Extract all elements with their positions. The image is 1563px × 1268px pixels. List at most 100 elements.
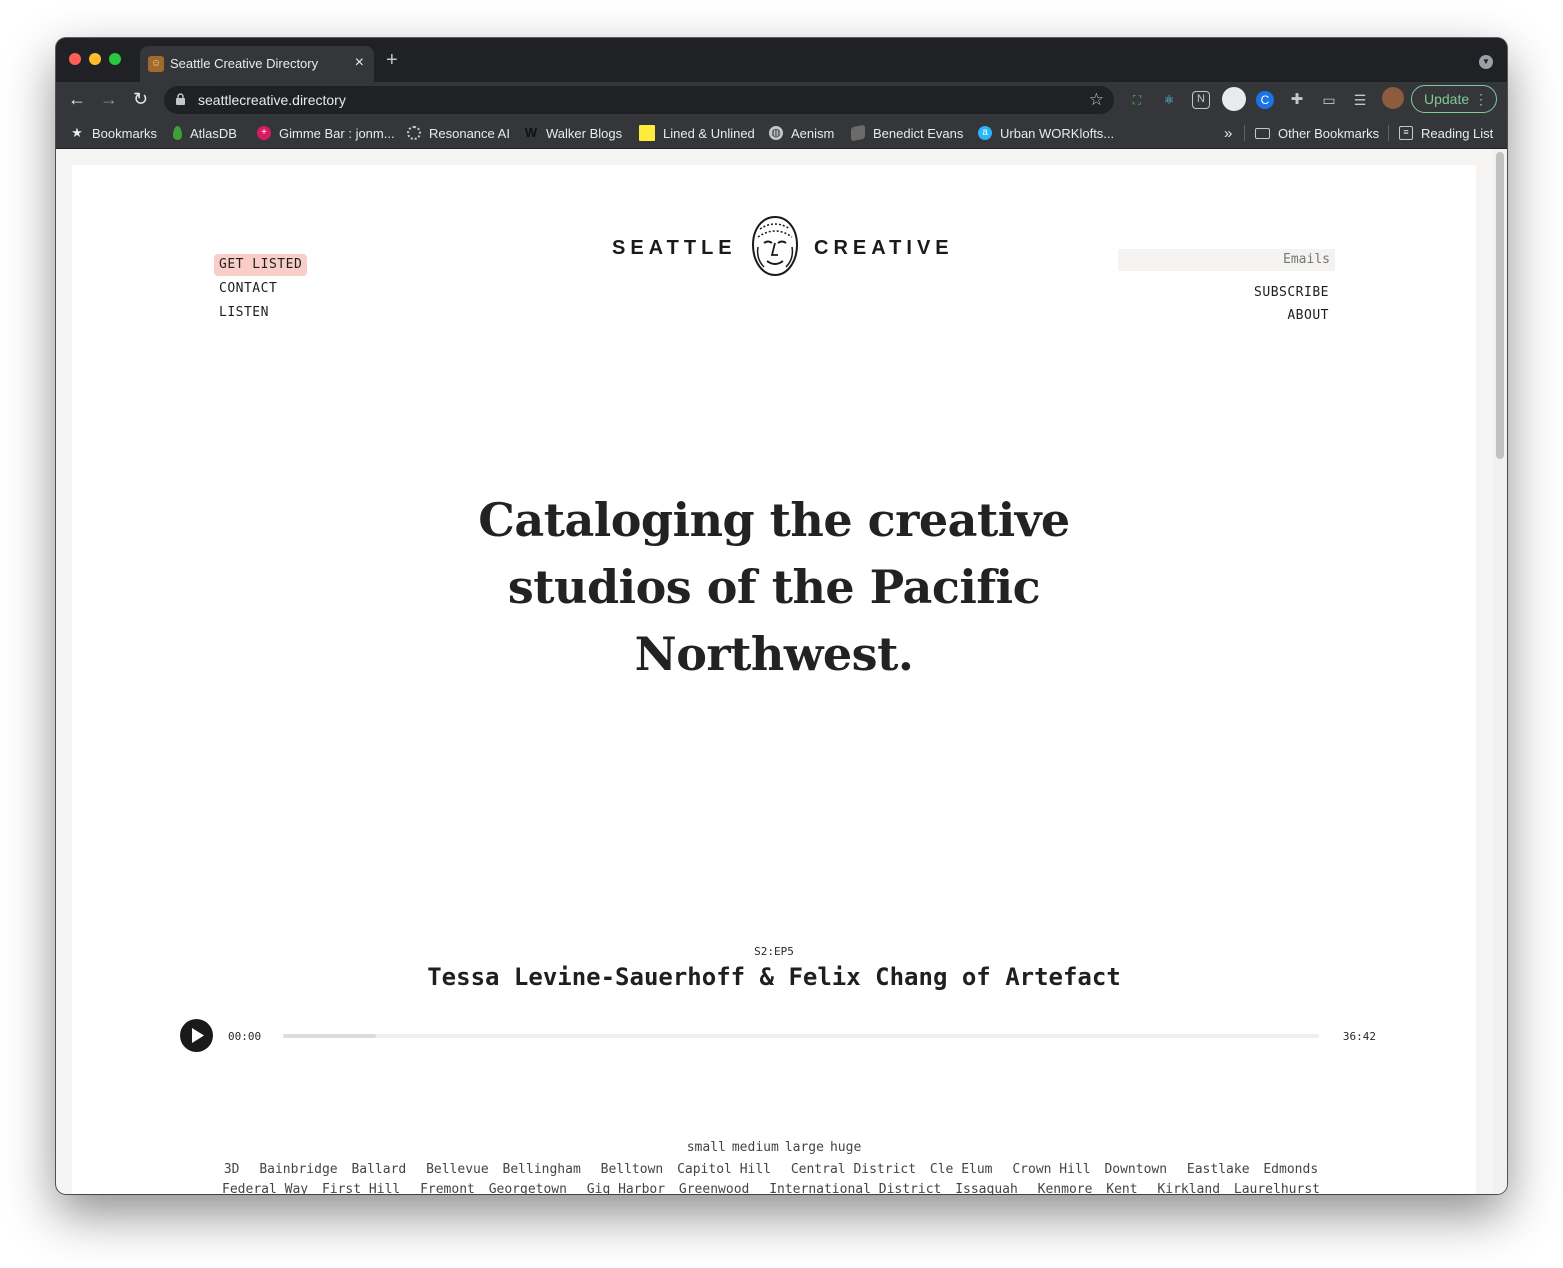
size-filter-huge[interactable]: huge bbox=[830, 1140, 861, 1155]
cast-icon[interactable]: ▭ bbox=[1320, 91, 1338, 109]
bookmarks-bar: ★ Bookmarks AtlasDB + Gimme Bar : jonm... … bbox=[56, 118, 1507, 149]
bookmark-item-reading-list[interactable]: ≡ Reading List bbox=[1399, 118, 1493, 148]
subscribe-link[interactable]: SUBSCRIBE bbox=[1254, 281, 1329, 304]
neighborhood-link[interactable]: International District bbox=[769, 1182, 941, 1194]
close-window-button[interactable] bbox=[69, 53, 81, 65]
right-navigation: SUBSCRIBE ABOUT bbox=[1254, 281, 1329, 327]
play-icon bbox=[192, 1028, 204, 1043]
blue-c-extension-icon[interactable]: C bbox=[1256, 91, 1274, 109]
neighborhood-link[interactable]: Downtown bbox=[1104, 1162, 1167, 1177]
size-filter: small medium large huge bbox=[72, 1140, 1476, 1155]
listen-link[interactable]: LISTEN bbox=[214, 301, 307, 325]
episode-title[interactable]: Tessa Levine-Sauerhoff & Felix Chang of … bbox=[72, 963, 1476, 991]
globe-icon: ◍ bbox=[769, 126, 783, 140]
play-button[interactable] bbox=[180, 1019, 213, 1052]
neighborhood-link[interactable]: Eastlake bbox=[1187, 1162, 1250, 1177]
bookmark-star-icon[interactable]: ☆ bbox=[1089, 90, 1104, 110]
bookmark-item-walker-blogs[interactable]: W Walker Blogs bbox=[524, 118, 622, 148]
bookmark-item-urban-worklofts[interactable]: a Urban WORKlofts... bbox=[978, 118, 1114, 148]
face-emblem-icon bbox=[751, 215, 799, 277]
neighborhood-link[interactable]: Kirkland bbox=[1157, 1182, 1220, 1194]
logo-word-creative: CREATIVE bbox=[814, 237, 954, 259]
size-filter-medium[interactable]: medium bbox=[732, 1140, 779, 1155]
profile-avatar[interactable] bbox=[1382, 87, 1404, 109]
notion-icon[interactable]: N bbox=[1192, 91, 1210, 109]
bookmark-item-atlasdb[interactable]: AtlasDB bbox=[173, 118, 237, 148]
neighborhood-link[interactable]: Edmonds bbox=[1263, 1162, 1318, 1177]
neighborhood-link[interactable]: Belltown bbox=[601, 1162, 664, 1177]
neighborhood-link[interactable]: Georgetown bbox=[489, 1182, 567, 1194]
neighborhood-link[interactable]: 3D bbox=[224, 1162, 240, 1177]
bookmark-item-benedict-evans[interactable]: Benedict Evans bbox=[851, 118, 963, 148]
progress-bar[interactable] bbox=[283, 1034, 1319, 1038]
neighborhood-link[interactable]: Fremont bbox=[420, 1182, 475, 1194]
neighborhood-link[interactable]: Ballard bbox=[351, 1162, 406, 1177]
neighborhood-link[interactable]: First Hill bbox=[322, 1182, 400, 1194]
w-icon: W bbox=[524, 125, 538, 140]
address-bar[interactable]: seattlecreative.directory ☆ bbox=[164, 86, 1114, 114]
scrollbar-thumb[interactable] bbox=[1496, 152, 1504, 459]
hero-heading: Cataloging the creative studios of the P… bbox=[478, 493, 1070, 681]
reload-icon[interactable]: ↻ bbox=[133, 88, 148, 110]
update-button[interactable]: Update ⋮ bbox=[1411, 85, 1497, 113]
reading-list-icon: ≡ bbox=[1399, 126, 1413, 140]
tab-seattle-creative[interactable]: ☺ Seattle Creative Directory × bbox=[140, 46, 374, 82]
resonance-icon bbox=[407, 126, 421, 140]
leaf-icon bbox=[173, 126, 182, 140]
neighborhood-link[interactable]: Gig Harbor bbox=[587, 1182, 665, 1194]
size-filter-small[interactable]: small bbox=[687, 1140, 726, 1155]
screenshot-extension-icon[interactable]: ⛶ bbox=[1128, 91, 1146, 109]
bookmark-item-other-bookmarks[interactable]: Other Bookmarks bbox=[1255, 118, 1379, 148]
react-devtools-icon[interactable]: ⚛ bbox=[1160, 91, 1178, 109]
minimize-window-button[interactable] bbox=[89, 53, 101, 65]
back-arrow-icon[interactable]: ← bbox=[68, 88, 86, 110]
box-icon bbox=[851, 124, 865, 142]
seattle-creative-favicon-icon: ☺ bbox=[148, 56, 164, 72]
neighborhood-link[interactable]: Bellevue bbox=[426, 1162, 489, 1177]
more-bookmarks-chevron-icon[interactable]: » bbox=[1224, 118, 1232, 148]
neighborhood-link[interactable]: Crown Hill bbox=[1012, 1162, 1090, 1177]
white-circle-extension-icon[interactable] bbox=[1222, 87, 1246, 111]
about-link[interactable]: ABOUT bbox=[1254, 304, 1329, 327]
neighborhood-link[interactable]: Laurelhurst bbox=[1234, 1182, 1320, 1194]
tab-search-icon[interactable]: ▼ bbox=[1479, 55, 1493, 69]
bookmark-item-resonance-ai[interactable]: Resonance AI bbox=[407, 118, 510, 148]
lock-icon bbox=[176, 93, 185, 105]
star-icon: ★ bbox=[71, 125, 83, 140]
yellow-square-icon bbox=[639, 125, 655, 141]
episode-number: S2:EP5 bbox=[754, 945, 794, 958]
neighborhood-link[interactable]: Central District bbox=[791, 1162, 916, 1177]
tab-strip: ☺ Seattle Creative Directory × + ▼ bbox=[56, 38, 1507, 82]
get-listed-link[interactable]: GET LISTED bbox=[214, 254, 308, 276]
neighborhood-link[interactable]: Cle Elum bbox=[930, 1162, 993, 1177]
neighborhood-link[interactable]: Bellingham bbox=[503, 1162, 581, 1177]
scrollbar[interactable] bbox=[1493, 149, 1507, 1194]
audio-player: 00:00 36:42 bbox=[180, 1019, 1376, 1053]
kebab-menu-icon[interactable]: ⋮ bbox=[1474, 86, 1488, 112]
media-queue-icon[interactable]: ☰ bbox=[1351, 91, 1369, 109]
maximize-window-button[interactable] bbox=[109, 53, 121, 65]
contact-link[interactable]: CONTACT bbox=[214, 277, 307, 301]
duration: 36:42 bbox=[1342, 1030, 1376, 1043]
forward-arrow-icon[interactable]: → bbox=[100, 88, 118, 110]
neighborhood-link[interactable]: Bainbridge bbox=[259, 1162, 337, 1177]
close-tab-icon[interactable]: × bbox=[355, 54, 364, 72]
bookmark-item-bookmarks[interactable]: ★ Bookmarks bbox=[70, 118, 157, 148]
folder-icon bbox=[1255, 127, 1270, 139]
site-logo[interactable]: SEATTLE CREATIVE bbox=[612, 215, 949, 279]
neighborhood-link[interactable]: Capitol Hill bbox=[677, 1162, 771, 1177]
neighborhood-link[interactable]: Greenwood bbox=[679, 1182, 749, 1194]
emails-input[interactable]: Emails bbox=[1118, 249, 1335, 271]
bookmark-item-aenism[interactable]: ◍ Aenism bbox=[769, 118, 834, 148]
new-tab-button[interactable]: + bbox=[386, 50, 398, 70]
bookmark-item-gimme-bar[interactable]: + Gimme Bar : jonm... bbox=[257, 118, 395, 148]
neighborhood-link[interactable]: Kenmore bbox=[1038, 1182, 1093, 1194]
buffered-progress bbox=[283, 1034, 377, 1038]
urban-icon: a bbox=[978, 126, 992, 140]
bookmark-item-lined-unlined[interactable]: Lined & Unlined bbox=[639, 118, 755, 148]
extensions-puzzle-icon[interactable]: ✚ bbox=[1288, 91, 1306, 109]
neighborhood-link[interactable]: Kent bbox=[1106, 1182, 1137, 1194]
neighborhood-link[interactable]: Federal Way bbox=[222, 1182, 308, 1194]
size-filter-large[interactable]: large bbox=[785, 1140, 824, 1155]
neighborhood-link[interactable]: Issaquah bbox=[955, 1182, 1018, 1194]
